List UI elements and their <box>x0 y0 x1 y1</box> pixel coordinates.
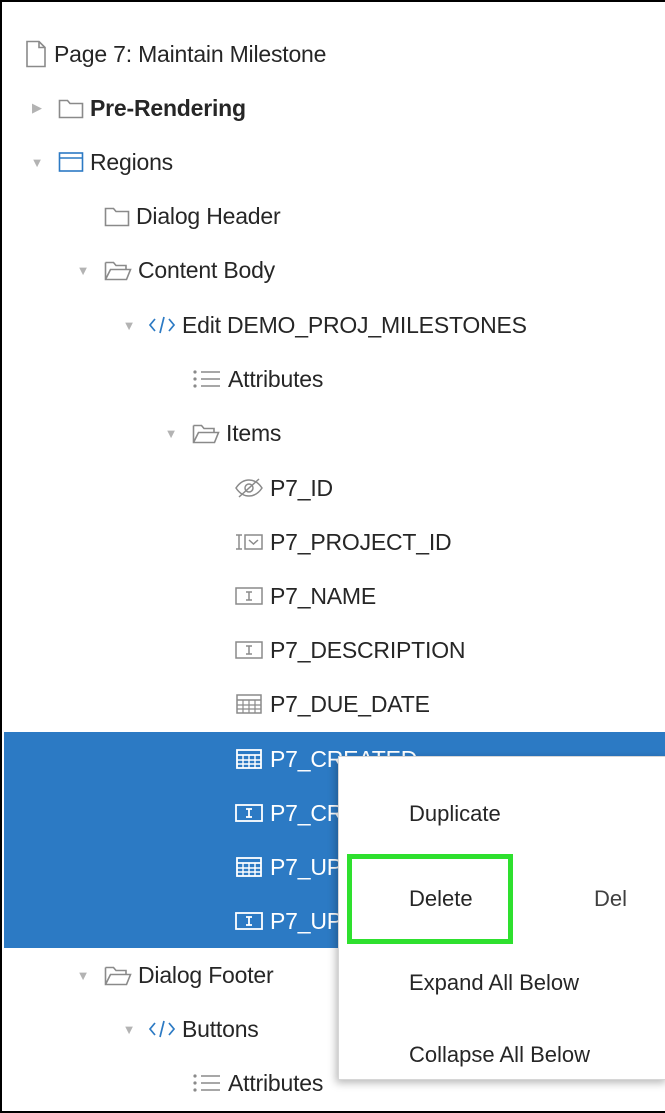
caret-down-icon[interactable]: ▼ <box>164 426 178 441</box>
menu-item-label: Expand All Below <box>409 970 579 995</box>
tree-node-label: Pre-Rendering <box>90 94 246 121</box>
text-field-icon <box>234 910 264 932</box>
folder-icon <box>104 205 130 227</box>
tree-node-label: P7_DUE_DATE <box>270 690 430 717</box>
tree-node-content-body[interactable]: ▼ Content Body <box>4 243 665 297</box>
tree-node-label: Attributes <box>228 1069 324 1096</box>
tree-node-regions[interactable]: ▼ Regions <box>4 135 665 189</box>
menu-item-duplicate[interactable]: Duplicate <box>339 785 665 843</box>
tree-node-p7-due-date[interactable]: P7_DUE_DATE <box>4 677 665 731</box>
menu-item-label: Duplicate <box>409 801 501 826</box>
tree-node-p7-id[interactable]: P7_ID <box>4 461 665 515</box>
tree-node-label: P7_DESCRIPTION <box>270 636 466 663</box>
list-icon <box>192 1072 222 1094</box>
menu-item-delete[interactable]: Delete Del <box>339 870 665 928</box>
hidden-item-icon <box>234 477 264 499</box>
tree-node-label: Page 7: Maintain Milestone <box>54 40 327 67</box>
tree-node-label: Edit DEMO_PROJ_MILESTONES <box>182 311 527 338</box>
caret-right-icon[interactable]: ▶ <box>30 100 44 115</box>
folder-icon <box>58 97 84 119</box>
folder-open-icon <box>104 964 132 986</box>
menu-item-label: Collapse All Below <box>409 1042 590 1067</box>
tree-node-label: P7_NAME <box>270 582 376 609</box>
tree-node-p7-name[interactable]: P7_NAME <box>4 569 665 623</box>
text-field-icon <box>234 639 264 661</box>
tree-node-page[interactable]: Page 7: Maintain Milestone <box>4 27 665 81</box>
context-menu: Duplicate Delete Del Expand All Below Co… <box>338 756 665 1080</box>
region-icon <box>58 151 84 173</box>
caret-down-icon[interactable]: ▼ <box>76 263 90 278</box>
select-list-icon <box>234 531 264 553</box>
text-field-icon <box>234 585 264 607</box>
list-icon <box>192 368 222 390</box>
tree-node-label: Regions <box>90 148 173 175</box>
tree-node-label: Content Body <box>138 256 275 283</box>
tree-node-p7-project-id[interactable]: P7_PROJECT_ID <box>4 515 665 569</box>
tree-node-dialog-header[interactable]: Dialog Header <box>4 189 665 243</box>
date-picker-icon <box>234 856 264 878</box>
caret-down-icon[interactable]: ▼ <box>122 318 136 333</box>
code-icon <box>148 314 176 336</box>
tree-node-label: Items <box>226 419 282 446</box>
date-picker-icon <box>234 748 264 770</box>
date-picker-icon <box>234 693 264 715</box>
caret-down-icon[interactable]: ▼ <box>76 968 90 983</box>
tree-node-label: Attributes <box>228 365 324 392</box>
tree-node-label: Buttons <box>182 1015 259 1042</box>
menu-item-collapse-all-below[interactable]: Collapse All Below <box>339 1026 665 1084</box>
menu-item-shortcut: Del <box>594 886 628 911</box>
page-icon <box>24 40 48 68</box>
tree-node-pre-rendering[interactable]: ▶ Pre-Rendering <box>4 81 665 135</box>
tree-node-label: Dialog Header <box>136 202 281 229</box>
tree-node-attributes[interactable]: Attributes <box>4 352 665 406</box>
tree-node-edit-region[interactable]: ▼ Edit DEMO_PROJ_MILESTONES <box>4 298 665 352</box>
menu-item-label: Delete <box>409 886 473 911</box>
code-icon <box>148 1018 176 1040</box>
tree-node-label: P7_ID <box>270 474 333 501</box>
menu-item-expand-all-below[interactable]: Expand All Below <box>339 954 665 1012</box>
tree-node-label: Dialog Footer <box>138 961 274 988</box>
folder-open-icon <box>192 422 220 444</box>
caret-down-icon[interactable]: ▼ <box>122 1022 136 1037</box>
tree-node-items[interactable]: ▼ Items <box>4 406 665 460</box>
caret-down-icon[interactable]: ▼ <box>30 155 44 170</box>
tree-node-label: P7_PROJECT_ID <box>270 528 452 555</box>
text-field-icon <box>234 802 264 824</box>
folder-open-icon <box>104 259 132 281</box>
tree-node-p7-description[interactable]: P7_DESCRIPTION <box>4 623 665 677</box>
